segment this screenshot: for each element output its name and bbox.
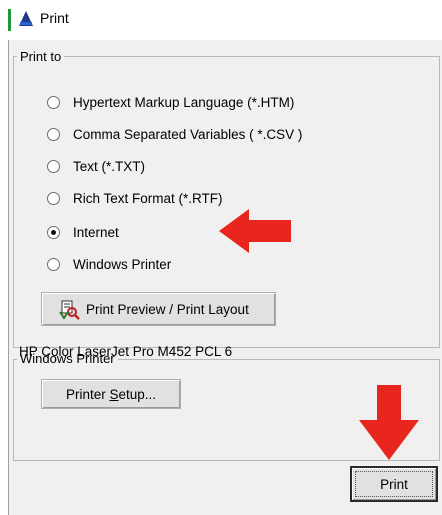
window-title: Print (40, 10, 69, 26)
red-down-arrow-icon (359, 385, 419, 460)
printer-app-icon (19, 11, 33, 26)
printer-name: HP Color LaserJet Pro M452 PCL 6 (19, 344, 233, 359)
radio-button[interactable] (47, 159, 60, 173)
radio-label: Windows Printer (73, 256, 172, 272)
radio-button[interactable] (47, 95, 60, 109)
radio-internet[interactable]: Internet (47, 222, 119, 242)
radio-button[interactable] (47, 257, 60, 271)
radio-label: Comma Separated Variables ( *.CSV ) (73, 126, 303, 142)
printer-setup-button-label: Printer Setup... (65, 386, 157, 402)
focus-rect (355, 471, 433, 497)
print-preview-button[interactable]: Print Preview / Print Layout (41, 292, 276, 326)
dialog-body: Print to Hypertext Markup Language (*.HT… (8, 40, 442, 515)
radio-label: Rich Text Format (*.RTF) (73, 190, 223, 206)
red-left-arrow-icon (219, 209, 291, 253)
radio-label: Hypertext Markup Language (*.HTM) (73, 94, 295, 110)
print-button[interactable]: Print (350, 466, 438, 502)
print-preview-icon (59, 300, 80, 320)
radio-windows-printer[interactable]: Windows Printer (47, 254, 171, 274)
radio-button[interactable] (47, 127, 60, 141)
radio-htm[interactable]: Hypertext Markup Language (*.HTM) (47, 92, 294, 112)
radio-label: Internet (73, 224, 119, 240)
radio-button[interactable] (47, 225, 60, 239)
title-accent-bar (8, 9, 11, 31)
printer-setup-button[interactable]: Printer Setup... (41, 379, 181, 409)
radio-button[interactable] (47, 191, 60, 205)
radio-label: Text (*.TXT) (73, 158, 146, 174)
title-bar[interactable]: Print (0, 0, 442, 40)
radio-csv[interactable]: Comma Separated Variables ( *.CSV ) (47, 124, 302, 144)
print-to-group-label: Print to (17, 49, 65, 64)
radio-txt[interactable]: Text (*.TXT) (47, 156, 145, 176)
radio-rtf[interactable]: Rich Text Format (*.RTF) (47, 188, 223, 208)
print-preview-button-label: Print Preview / Print Layout (86, 301, 249, 317)
